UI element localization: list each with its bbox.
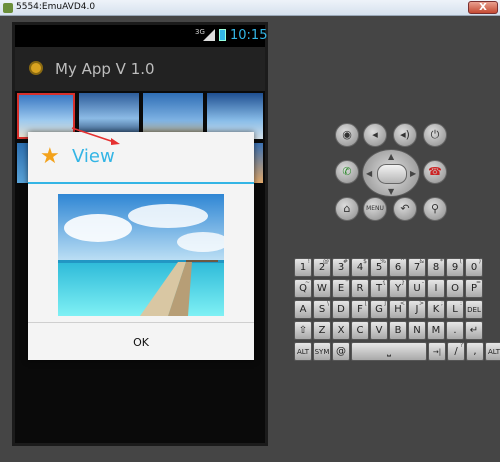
- key-6[interactable]: 6 ^: [389, 258, 407, 277]
- key-s[interactable]: S \: [313, 300, 331, 319]
- action-bar: My App V 1.0: [15, 47, 265, 91]
- battery-icon: [219, 29, 226, 41]
- volume-up-icon[interactable]: ◂): [393, 123, 417, 147]
- key-5[interactable]: 5%: [370, 258, 388, 277]
- key-p[interactable]: P =: [465, 279, 483, 298]
- key-3[interactable]: 3 #: [332, 258, 350, 277]
- key-v[interactable]: V: [370, 321, 388, 340]
- beach-pier-image: [58, 194, 224, 316]
- dialog-footer: OK: [28, 322, 254, 360]
- call-icon[interactable]: ✆: [335, 160, 359, 184]
- dpad-down-icon[interactable]: ▼: [388, 187, 394, 196]
- end-call-icon[interactable]: ☎: [423, 160, 447, 184]
- key-1[interactable]: 1!: [294, 258, 312, 277]
- star-icon: ★: [40, 144, 60, 169]
- key-.[interactable]: .: [446, 321, 464, 340]
- ok-button[interactable]: OK: [28, 323, 254, 361]
- key-h[interactable]: H <: [389, 300, 407, 319]
- dpad-up-icon[interactable]: ▲: [388, 152, 394, 161]
- key-y[interactable]: Y}: [389, 279, 407, 298]
- menu-button[interactable]: MENU: [363, 197, 387, 221]
- key-/[interactable]: /?: [447, 342, 465, 361]
- key-alt[interactable]: ALT: [294, 342, 312, 361]
- key-8[interactable]: 8 *: [427, 258, 445, 277]
- key-@[interactable]: @: [332, 342, 350, 361]
- status-bar: 3G 10:15: [15, 25, 268, 47]
- window-title: 5554:EmuAVD4.0: [16, 2, 96, 12]
- key-q[interactable]: Q ~: [294, 279, 312, 298]
- search-icon[interactable]: ⚲: [423, 197, 447, 221]
- dpad-left-icon[interactable]: ◀: [366, 169, 372, 178]
- key-k[interactable]: K;: [427, 300, 445, 319]
- key-m[interactable]: M: [427, 321, 445, 340]
- key-a[interactable]: A: [294, 300, 312, 319]
- key-o[interactable]: O: [446, 279, 464, 298]
- dpad-center-button[interactable]: [377, 164, 407, 184]
- window-title-bar: 5554:EmuAVD4.0 X: [0, 0, 500, 16]
- key-t[interactable]: T{: [370, 279, 388, 298]
- dialog-title: View: [72, 146, 115, 167]
- key-z[interactable]: Z: [313, 321, 331, 340]
- key-2[interactable]: 2 @: [313, 258, 331, 277]
- dpad-right-icon[interactable]: ▶: [410, 169, 416, 178]
- key-↵[interactable]: ↵: [465, 321, 483, 340]
- key-9[interactable]: 9(: [446, 258, 464, 277]
- key-g[interactable]: G]: [370, 300, 388, 319]
- dialog-image: [58, 194, 224, 316]
- key-j[interactable]: J >: [408, 300, 426, 319]
- app-window-icon: [3, 3, 13, 13]
- power-icon[interactable]: ⏻: [423, 123, 447, 147]
- key-,[interactable]: ,: [466, 342, 484, 361]
- app-icon[interactable]: [29, 61, 43, 75]
- annotation-arrow: [71, 127, 120, 145]
- key-sym[interactable]: SYM: [313, 342, 331, 361]
- key-del[interactable]: DEL: [465, 300, 483, 319]
- key-0[interactable]: 0): [465, 258, 483, 277]
- key-4[interactable]: 4 $: [351, 258, 369, 277]
- key-l[interactable]: L:: [446, 300, 464, 319]
- key-x[interactable]: X: [332, 321, 350, 340]
- key-alt[interactable]: ALT: [485, 342, 500, 361]
- dialog-header: ★ View: [28, 132, 254, 184]
- dpad[interactable]: ▲ ▼ ◀ ▶: [362, 149, 420, 197]
- key-r[interactable]: R: [351, 279, 369, 298]
- app-title: My App V 1.0: [55, 60, 155, 78]
- status-time: 10:15: [230, 28, 268, 43]
- view-dialog: ★ View OK: [28, 132, 254, 360]
- key-→|[interactable]: →|: [428, 342, 446, 361]
- key-f[interactable]: F[: [351, 300, 369, 319]
- key-⇧[interactable]: ⇧: [294, 321, 312, 340]
- key-b[interactable]: B: [389, 321, 407, 340]
- back-icon[interactable]: ↶: [393, 197, 417, 221]
- key-7[interactable]: 7 &: [408, 258, 426, 277]
- camera-icon[interactable]: ◉: [335, 123, 359, 147]
- key-c[interactable]: C: [351, 321, 369, 340]
- key-i[interactable]: I: [427, 279, 445, 298]
- volume-down-icon[interactable]: ◂: [363, 123, 387, 147]
- key-space[interactable]: ⎵: [351, 342, 427, 361]
- home-icon[interactable]: ⌂: [335, 197, 359, 221]
- window-close-button[interactable]: X: [468, 1, 498, 14]
- key-w[interactable]: W: [313, 279, 331, 298]
- key-n[interactable]: N: [408, 321, 426, 340]
- key-u[interactable]: U-: [408, 279, 426, 298]
- signal-icon: [203, 29, 215, 41]
- key-d[interactable]: D: [332, 300, 350, 319]
- key-e[interactable]: E ": [332, 279, 350, 298]
